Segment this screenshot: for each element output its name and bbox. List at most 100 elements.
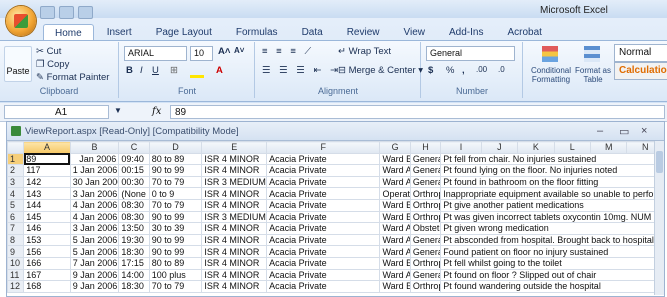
cell[interactable]: 70 to 79 [148,198,203,212]
cell[interactable]: 18:30 [118,280,150,293]
cell[interactable]: Pt given wrong medication [440,222,664,235]
cell[interactable]: 00:15 [118,164,150,177]
cell[interactable]: Acacia Private [266,256,381,270]
cell[interactable]: Pt fell from chair. No injuries sustaine… [440,152,664,166]
cell[interactable]: Ward B [379,210,411,224]
wrap-text-button[interactable]: ↵ Wrap Text [338,46,391,57]
copy-button[interactable]: ❐ Copy [36,59,69,70]
row-header[interactable]: 2 [6,164,25,177]
column-header[interactable]: H [409,141,442,154]
cell[interactable]: Acacia Private [266,164,381,177]
office-button[interactable] [6,6,36,36]
cell[interactable]: 9 Jan 2006 [69,268,120,282]
cell[interactable]: Acacia Private [266,198,381,212]
cell[interactable]: 9 Jan 2006 [69,280,120,293]
vertical-scrollbar[interactable] [654,141,664,295]
increase-decimal-button[interactable]: .00 [476,65,487,74]
select-all-corner[interactable] [6,141,25,154]
row-header[interactable]: 11 [6,268,25,282]
cell[interactable]: Acacia Private [266,175,381,189]
cell[interactable]: General [409,175,442,189]
cell[interactable]: 5 Jan 2006 [69,233,120,247]
cell[interactable]: 143 [23,187,71,200]
column-header[interactable]: B [69,141,120,154]
cell[interactable]: Orthrop: [409,256,442,270]
cell[interactable]: 13:50 [118,222,150,235]
cell[interactable]: Jan 2006 [69,152,120,166]
cell[interactable]: 70 to 79 [148,175,203,189]
cell[interactable]: 100 plus [148,268,203,282]
cell[interactable]: Ward A [379,175,411,189]
cell[interactable]: Ward A [379,233,411,247]
fill-color-icon[interactable] [190,75,204,78]
cell[interactable]: ISR 4 MINOR [201,198,268,212]
style-calculation[interactable]: Calculation [614,62,667,80]
cell[interactable]: Acacia Private [266,268,381,282]
cell[interactable]: ISR 4 MINOR [201,256,268,270]
cell[interactable]: Orthrop: [409,187,442,200]
comma-button[interactable]: , [462,65,465,76]
cell[interactable]: Ward A [379,164,411,177]
cell[interactable]: ISR 4 MINOR [201,222,268,235]
column-header[interactable]: D [148,141,203,154]
cell[interactable]: Pt give another patient medications [440,198,664,212]
row-header[interactable]: 6 [6,210,25,224]
italic-button[interactable]: I [140,65,143,76]
cell[interactable]: Ward B [379,256,411,270]
bold-button[interactable]: B [126,65,133,76]
cell[interactable]: 70 to 79 [148,280,203,293]
column-header[interactable]: J [480,141,519,154]
cell[interactable]: 19:30 [118,233,150,247]
cell[interactable]: 146 [23,222,71,235]
cell[interactable]: Ward B [379,198,411,212]
cell[interactable]: Pt found lying on the floor. No injuries… [440,164,664,177]
cell[interactable]: Ward A [379,268,411,282]
cell[interactable]: (None [118,187,150,200]
cell[interactable]: ISR 4 MINOR [201,187,268,200]
cell[interactable]: Acacia Private [266,222,381,235]
column-header[interactable]: E [201,141,268,154]
cell[interactable]: ISR 4 MINOR [201,233,268,247]
cell[interactable]: 08:30 [118,198,150,212]
cell[interactable]: Orthrop: [409,198,442,212]
cell[interactable]: Obstetri [409,222,442,235]
currency-button[interactable]: $ [428,65,433,76]
cell[interactable]: Acacia Private [266,152,381,166]
cell[interactable]: ISR 4 MINOR [201,164,268,177]
cell[interactable]: Ward A [379,222,411,235]
format-painter-button[interactable]: ✎ Format Painter [36,72,109,83]
cell[interactable]: 17:15 [118,256,150,270]
row-header[interactable]: 12 [6,280,25,293]
cell[interactable]: General [409,268,442,282]
font-name-select[interactable]: ARIAL [124,46,187,61]
cell[interactable]: Pt absconded from hospital. Brought back… [440,233,664,247]
cell[interactable]: General [409,152,442,166]
cell[interactable]: 145 [23,210,71,224]
restore-button[interactable]: ▭ [619,125,629,138]
cell[interactable]: ISR 4 MINOR [201,268,268,282]
cell[interactable]: Found patient on floor no injury sustain… [440,245,664,258]
cell[interactable]: Orthrop: [409,210,442,224]
cell[interactable]: Ward A [379,245,411,258]
column-header[interactable]: C [118,141,150,154]
cell[interactable]: 0 to 9 [148,187,203,200]
column-header[interactable]: F [266,141,381,154]
column-header[interactable]: I [440,141,482,154]
cell[interactable]: 4 Jan 2006 [69,198,120,212]
cell[interactable]: 3 Jan 2006 [69,222,120,235]
cell[interactable]: 1 Jan 2006 [69,164,120,177]
cell[interactable]: 30 Jan 2006 [69,175,120,189]
cell[interactable]: Inappropriate equipment available so una… [440,187,664,200]
cell[interactable]: 4 Jan 2006 [69,210,120,224]
row-header[interactable]: 7 [6,222,25,235]
cell[interactable]: 166 [23,256,71,270]
cell[interactable]: Ward B [379,280,411,293]
column-header[interactable]: G [379,141,411,154]
cell[interactable]: 30 to 39 [148,222,203,235]
cell[interactable]: Acacia Private [266,233,381,247]
cell[interactable]: 5 Jan 2006 [69,245,120,258]
row-header[interactable]: 4 [6,187,25,200]
cell[interactable]: 80 to 89 [148,152,203,166]
merge-center-button[interactable]: ⊟ Merge & Center ▾ [338,65,423,76]
cell[interactable]: ISR 3 MEDIUM [201,210,268,224]
